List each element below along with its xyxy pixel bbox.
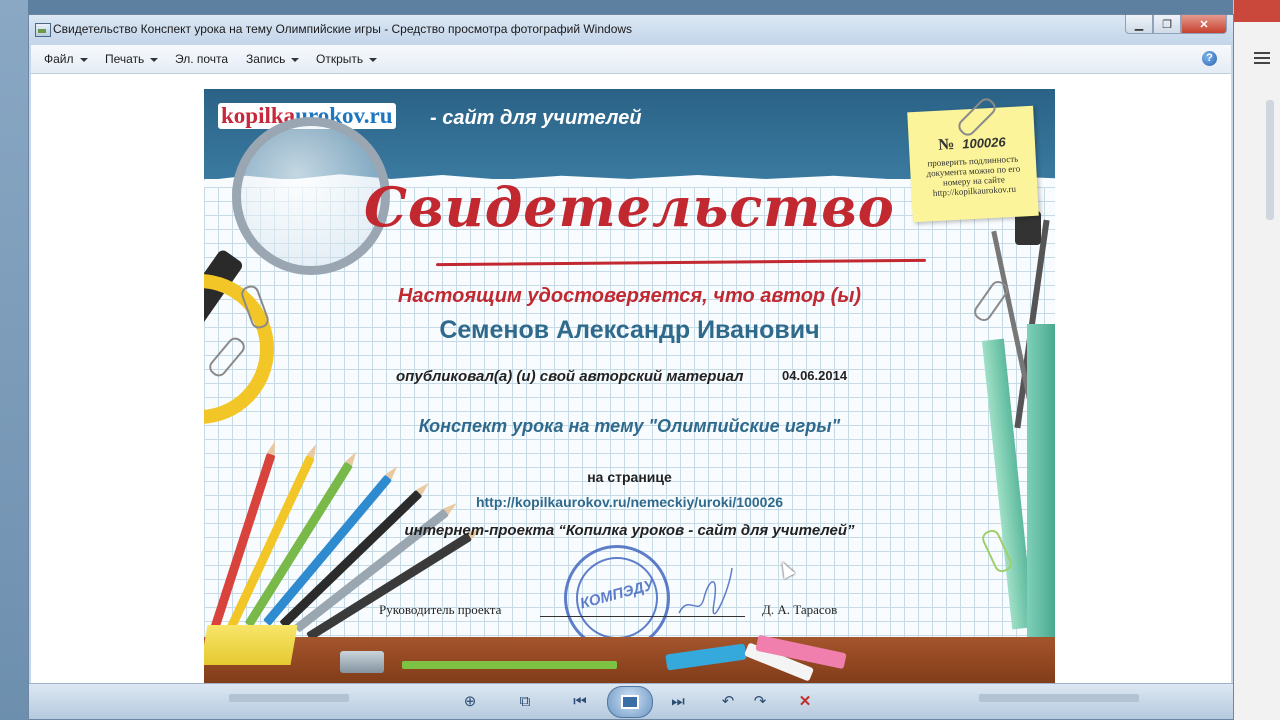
project-head-label: Руководитель проекта bbox=[379, 602, 502, 617]
title-bar: Свидетельство Конспект урока на тему Оли… bbox=[29, 15, 1233, 45]
menu-burn[interactable]: Запись bbox=[246, 52, 300, 66]
zoom-button[interactable]: ⊕ bbox=[459, 690, 481, 712]
desktop-background-left bbox=[0, 0, 28, 720]
green-pencil-illustration bbox=[402, 661, 617, 669]
eraser-illustration bbox=[204, 625, 298, 665]
signature bbox=[678, 567, 733, 615]
blurred-background-text bbox=[229, 694, 349, 702]
number-sign: № bbox=[937, 135, 955, 154]
slideshow-button[interactable] bbox=[607, 686, 653, 718]
delete-button[interactable]: ✕ bbox=[794, 690, 816, 712]
navigation-bar: ⊕ ⧉ ⏮ ⏭ ↶ ↷ ✕ bbox=[29, 683, 1233, 719]
minimize-button[interactable]: ▁ bbox=[1125, 15, 1153, 34]
published-text: опубликовал(а) (и) свой авторский матери… bbox=[396, 368, 744, 385]
rotate-right-button[interactable]: ↷ bbox=[749, 690, 771, 712]
sharpener-illustration bbox=[340, 651, 384, 673]
menu-bar: Файл Печать Эл. почта Запись Открыть ? bbox=[31, 45, 1231, 74]
menu-print[interactable]: Печать bbox=[105, 52, 159, 66]
material-title: Конспект урока на тему "Олимпийские игры… bbox=[418, 416, 841, 436]
menu-open-label: Открыть bbox=[316, 52, 364, 66]
background-scrollbar[interactable] bbox=[1266, 100, 1274, 220]
publication-date: 04.06.2014 bbox=[782, 368, 848, 383]
certifies-text: Настоящим удостоверяется, что автор (ы) bbox=[397, 285, 862, 307]
photo-viewer-window: Свидетельство Конспект урока на тему Оли… bbox=[28, 14, 1234, 720]
signature-line bbox=[540, 616, 745, 617]
next-button[interactable]: ⏭ bbox=[667, 690, 689, 712]
background-window-right bbox=[1233, 0, 1280, 720]
window-controls: ▁ ❐ ✕ bbox=[1125, 15, 1227, 35]
close-button[interactable]: ✕ bbox=[1181, 15, 1227, 34]
certificate-image: kopilkaurokov.ru - сайт для учителей № 1… bbox=[204, 89, 1055, 691]
menu-file-label: Файл bbox=[44, 52, 74, 66]
menu-file[interactable]: Файл bbox=[44, 52, 88, 66]
organization-stamp: КОМПЭДУ bbox=[564, 545, 670, 651]
window-title: Свидетельство Конспект урока на тему Оли… bbox=[53, 22, 633, 36]
stamp-text: КОМПЭДУ bbox=[578, 576, 656, 613]
blurred-background-text bbox=[979, 694, 1139, 702]
material-url: http://kopilkaurokov.ru/nemeckiy/uroki/1… bbox=[475, 494, 784, 510]
actual-size-button[interactable]: ⧉ bbox=[514, 690, 536, 712]
help-icon[interactable]: ? bbox=[1202, 51, 1217, 66]
certificate-title: Свидетельство bbox=[364, 175, 895, 239]
background-close-button[interactable] bbox=[1234, 0, 1280, 22]
rotate-left-button[interactable]: ↶ bbox=[717, 690, 739, 712]
menu-email[interactable]: Эл. почта bbox=[175, 52, 228, 66]
chevron-down-icon bbox=[150, 57, 159, 62]
site-tagline: - сайт для учителей bbox=[430, 107, 642, 129]
on-page-label: на странице bbox=[587, 469, 672, 485]
chevron-down-icon bbox=[291, 57, 300, 62]
project-text: интернет-проекта “Копилка уроков - сайт … bbox=[404, 522, 855, 539]
certificate-number: 100026 bbox=[961, 134, 1007, 152]
verify-text: проверить подлинность документа можно по… bbox=[926, 153, 1021, 199]
slideshow-icon bbox=[621, 695, 639, 709]
menu-print-label: Печать bbox=[105, 52, 145, 66]
menu-open[interactable]: Открыть bbox=[316, 52, 378, 66]
author-name: Семенов Александр Иванович bbox=[439, 316, 820, 344]
maximize-button[interactable]: ❐ bbox=[1153, 15, 1181, 34]
chevron-down-icon bbox=[369, 57, 378, 62]
menu-burn-label: Запись bbox=[246, 52, 286, 66]
project-head-name: Д. А. Тарасов bbox=[762, 602, 838, 617]
chevron-down-icon bbox=[79, 57, 88, 62]
menu-email-label: Эл. почта bbox=[175, 52, 229, 66]
photo-viewer-app-icon bbox=[35, 23, 51, 37]
previous-button[interactable]: ⏮ bbox=[569, 690, 591, 712]
title-underline bbox=[435, 258, 927, 267]
menu-icon[interactable] bbox=[1254, 52, 1270, 66]
image-viewer-area[interactable]: kopilkaurokov.ru - сайт для учителей № 1… bbox=[31, 74, 1231, 691]
